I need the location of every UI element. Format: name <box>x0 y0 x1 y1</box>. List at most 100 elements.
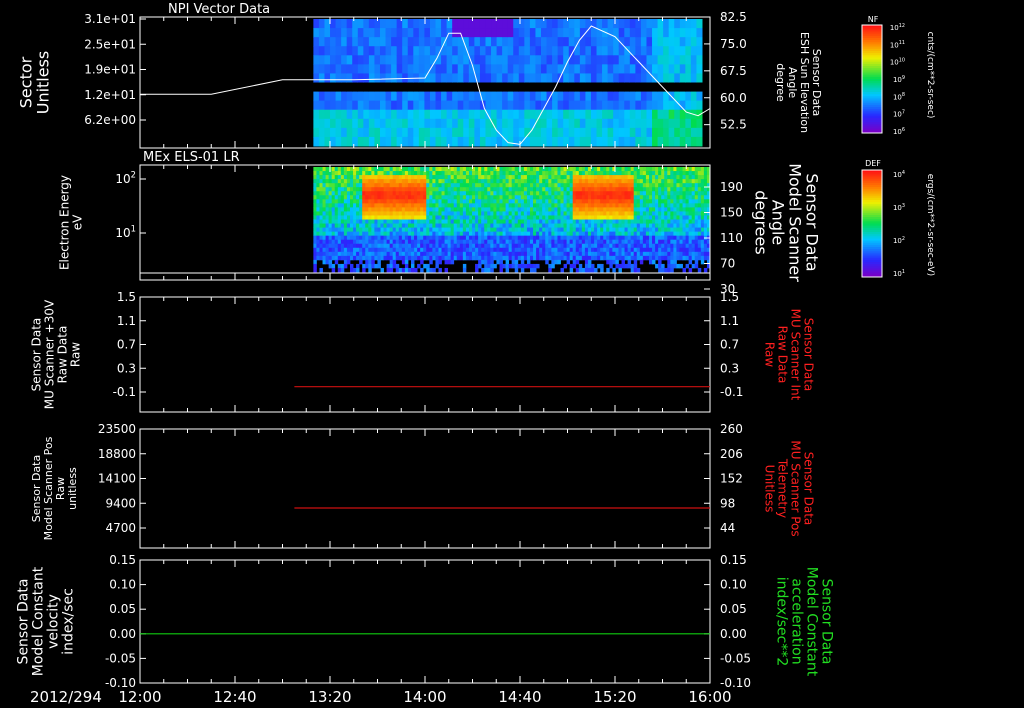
spectrogram-cell <box>584 247 589 253</box>
spectrogram-cell <box>633 255 638 261</box>
spectrogram-cell <box>401 219 406 224</box>
spectrogram-cell <box>676 203 680 208</box>
spectrogram-cell <box>545 255 549 261</box>
spectrogram-cell <box>563 171 568 176</box>
spectrogram-cell <box>353 251 357 257</box>
spectrogram-cell <box>526 215 531 220</box>
spectrogram-cell <box>569 243 574 249</box>
spectrogram-cell <box>526 243 531 249</box>
spectrogram-cell <box>551 191 555 196</box>
spectrogram-cell <box>313 191 317 196</box>
spectrogram-cell <box>374 231 378 237</box>
spectrogram-cell <box>424 46 431 56</box>
spectrogram-cell <box>542 235 546 241</box>
spectrogram-cell <box>551 175 555 180</box>
spectrogram-cell <box>642 199 647 204</box>
spectrogram-cell <box>395 203 400 208</box>
spectrogram-cell <box>371 211 375 216</box>
spectrogram-cell <box>609 251 613 257</box>
spectrogram-cell <box>475 247 479 253</box>
spectrogram-cell <box>694 211 699 216</box>
spectrogram-cell <box>676 183 680 188</box>
spectrogram-cell <box>411 175 415 180</box>
spectrogram-cell <box>615 215 619 220</box>
spectrogram-cell <box>368 37 375 47</box>
right-tick-label: 75.0 <box>720 37 747 51</box>
spectrogram-cell <box>560 251 564 257</box>
spectrogram-cell <box>468 199 473 204</box>
spectrogram-cell <box>697 223 702 228</box>
spectrogram-cell <box>700 167 705 172</box>
spectrogram-cell <box>566 215 571 220</box>
spectrogram-cell <box>682 267 686 273</box>
spectrogram-cell <box>343 243 348 249</box>
spectrogram-cell <box>663 136 670 147</box>
spectrogram-cell <box>420 171 424 176</box>
spectrogram-cell <box>630 231 635 237</box>
spectrogram-cell <box>655 231 659 237</box>
spectrogram-cell <box>629 118 636 129</box>
spectrogram-cell <box>435 251 439 257</box>
spectrogram-cell <box>420 167 424 172</box>
spectrogram-cell <box>484 219 488 224</box>
spectrogram-cell <box>456 255 461 261</box>
spectrogram-cell <box>404 203 409 208</box>
spectrogram-cell <box>636 251 641 257</box>
spectrogram-cell <box>453 239 458 245</box>
spectrogram-cell <box>639 175 644 180</box>
panel-title-els: MEx ELS-01 LR <box>143 150 240 165</box>
spectrogram-cell <box>661 207 665 212</box>
spectrogram-cell <box>514 199 519 204</box>
spectrogram-cell <box>563 227 568 233</box>
spectrogram-cell <box>493 171 497 176</box>
spectrogram-cell <box>533 251 537 257</box>
spectrogram-cell <box>624 211 629 216</box>
spectrogram-cell <box>352 100 359 111</box>
spectrogram-cell <box>557 219 561 224</box>
spectrogram-cell <box>624 231 629 237</box>
spectrogram-cell <box>395 167 400 172</box>
spectrogram-cell <box>453 207 458 212</box>
spectrogram-cell <box>511 199 516 204</box>
spectrogram-cell <box>574 64 581 74</box>
spectrogram-cell <box>316 191 320 196</box>
spectrogram-cell <box>465 179 470 184</box>
spectrogram-cell <box>322 243 326 249</box>
spectrogram-cell <box>438 251 442 257</box>
spectrogram-cell <box>663 19 670 29</box>
spectrogram-cell <box>633 211 638 216</box>
spectrogram-cell <box>618 91 625 102</box>
spectrogram-cell <box>475 187 479 192</box>
spectrogram-cell <box>318 73 325 83</box>
spectrogram-cell <box>551 227 555 233</box>
spectrogram-cell <box>594 175 598 180</box>
spectrogram-cell <box>324 64 331 74</box>
spectrogram-cell <box>618 183 622 188</box>
spectrogram-cell <box>337 211 342 216</box>
spectrogram-cell <box>630 187 635 192</box>
spectrogram-cell <box>346 167 351 172</box>
spectrogram-cell <box>630 223 635 228</box>
spectrogram-cell <box>374 263 378 269</box>
spectrogram-cell <box>676 231 680 237</box>
spectrogram-cell <box>401 239 406 245</box>
colorbar-tick-label: 101 <box>893 269 905 278</box>
spectrogram-cell <box>383 183 387 188</box>
spectrogram-cell <box>635 73 642 83</box>
spectrogram-cell <box>505 183 510 188</box>
y-axis-label-left: Unitless <box>34 51 53 115</box>
spectrogram-cell <box>411 231 415 237</box>
spectrogram-cell <box>679 175 683 180</box>
spectrogram-cell <box>520 171 525 176</box>
spectrogram-cell <box>374 203 378 208</box>
spectrogram-cell <box>697 199 702 204</box>
spectrogram-cell <box>523 175 528 180</box>
spectrogram-cell <box>536 211 540 216</box>
spectrogram-cell <box>380 267 384 273</box>
spectrogram-cell <box>328 255 333 261</box>
spectrogram-cell <box>624 64 631 74</box>
spectrogram-cell <box>365 175 369 180</box>
spectrogram-cell <box>648 255 653 261</box>
spectrogram-cell <box>612 175 616 180</box>
spectrogram-cell <box>444 179 449 184</box>
